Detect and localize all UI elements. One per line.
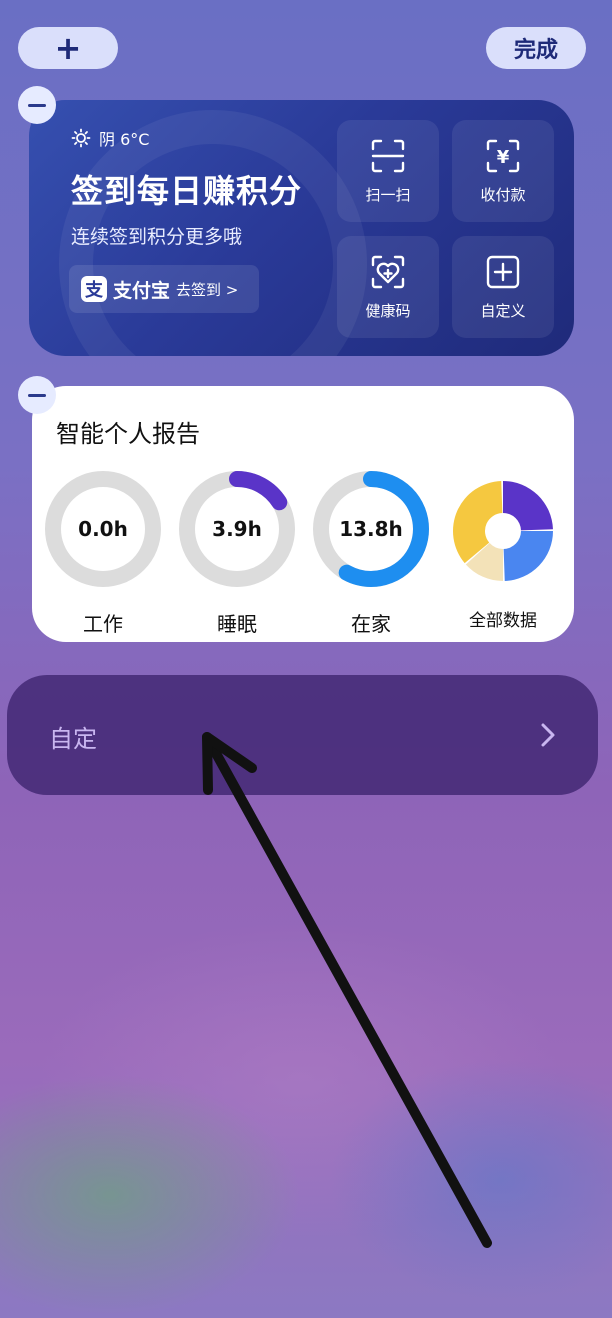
plus-square-icon: [486, 255, 520, 288]
custom-row[interactable]: 自定: [7, 675, 598, 795]
widget-subtitle: 连续签到积分更多哦: [71, 226, 243, 248]
donut-segment: [503, 481, 553, 531]
svg-text:¥: ¥: [497, 147, 510, 168]
alipay-logo-icon: 支: [81, 276, 107, 302]
scan-button[interactable]: 扫一扫: [337, 120, 439, 222]
weather-info: 阴 6°C: [71, 126, 149, 150]
widget-title: 智能个人报告: [56, 420, 200, 448]
minus-icon: [28, 103, 46, 107]
donut-chart-icon: [453, 481, 553, 581]
work-ring: 0.0h: [44, 470, 162, 588]
done-button[interactable]: 完成: [486, 27, 586, 69]
tile-label: 健康码: [365, 301, 411, 320]
ring-label: 工作: [83, 612, 123, 636]
alipay-widget[interactable]: 阴 6°C 签到每日赚积分 连续签到积分更多哦 支 支付宝 去签到 > 扫一扫 …: [29, 100, 574, 356]
alipay-brand-label: 支付宝: [113, 279, 171, 302]
all-data-chart[interactable]: [452, 480, 554, 582]
ring-value: 0.0h: [78, 517, 128, 541]
all-data-label[interactable]: 全部数据: [444, 606, 562, 631]
personal-report-widget[interactable]: 智能个人报告 0.0h 工作 3.9h 睡眠 13.8h 在家 全部数据: [32, 386, 574, 642]
remove-report-widget-button[interactable]: [18, 376, 56, 414]
ring-value: 3.9h: [212, 517, 262, 541]
remove-alipay-widget-button[interactable]: [18, 86, 56, 124]
ring-label: 在家: [351, 612, 391, 636]
health-code-button[interactable]: 健康码: [337, 236, 439, 338]
tile-label: 扫一扫: [365, 185, 411, 204]
checkin-button[interactable]: 支 支付宝 去签到 >: [69, 265, 259, 313]
scan-icon: [371, 139, 405, 172]
minus-icon: [28, 393, 46, 397]
customize-button[interactable]: 自定义: [452, 236, 554, 338]
tile-label: 收付款: [480, 185, 526, 204]
health-code-icon: [371, 255, 405, 288]
ring-value: 13.8h: [339, 517, 403, 541]
checkin-label: 去签到 >: [176, 280, 239, 299]
payment-icon: ¥: [486, 139, 520, 172]
sleep-ring: 3.9h: [178, 470, 296, 588]
widget-title: 签到每日赚积分: [71, 172, 303, 210]
donut-segment: [503, 531, 553, 581]
weather-icon: [71, 128, 91, 148]
home-ring: 13.8h: [312, 470, 430, 588]
tile-label: 自定义: [480, 301, 526, 320]
chevron-right-icon: [541, 723, 555, 747]
add-widget-button[interactable]: +: [18, 27, 118, 69]
ring-label: 睡眠: [217, 612, 257, 636]
custom-label: 自定: [49, 725, 97, 753]
payment-button[interactable]: ¥ 收付款: [452, 120, 554, 222]
weather-text: 阴 6°C: [99, 130, 150, 149]
